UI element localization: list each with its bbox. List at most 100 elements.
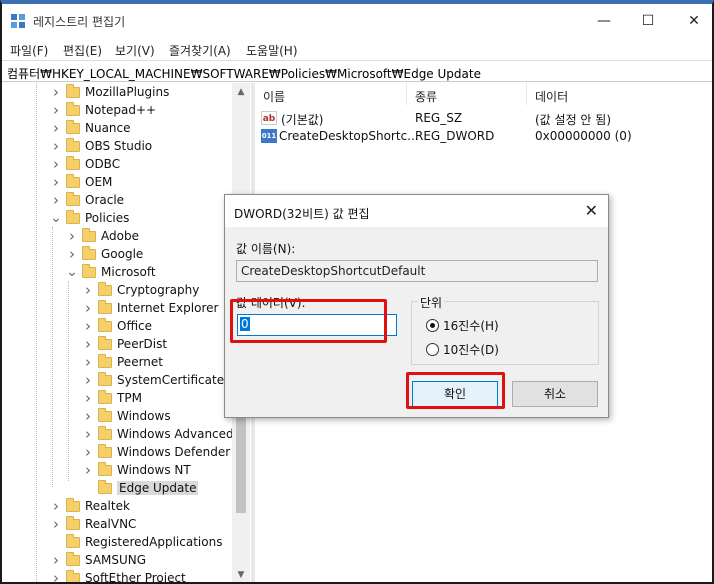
- chevron-right-icon[interactable]: ›: [82, 425, 94, 443]
- chevron-right-icon[interactable]: [50, 533, 62, 551]
- scroll-down-icon[interactable]: ▼: [232, 566, 250, 582]
- cancel-button[interactable]: 취소: [512, 381, 598, 407]
- tree-item-label: Microsoft: [101, 265, 156, 279]
- tree-item-label: Peernet: [117, 355, 163, 369]
- tree-item[interactable]: ⌄ Policies: [50, 209, 129, 227]
- tree-item-label: Windows Defender: [117, 445, 231, 459]
- folder-icon: [98, 335, 112, 350]
- scroll-thumb[interactable]: [236, 413, 246, 513]
- tree-item[interactable]: › TPM: [82, 389, 142, 407]
- folder-icon: [82, 245, 96, 260]
- radio-hexadecimal[interactable]: 16진수(H): [426, 317, 499, 334]
- minimize-button[interactable]: —: [592, 10, 616, 32]
- tree-item[interactable]: › Windows Advanced: [82, 425, 234, 443]
- folder-icon: [98, 425, 112, 440]
- tree-item[interactable]: › OEM: [50, 173, 112, 191]
- menu-edit[interactable]: 편집(E): [63, 42, 102, 59]
- list-item[interactable]: 011 CreateDesktopShortc... REG_DWORD 0x0…: [255, 127, 712, 145]
- chevron-right-icon[interactable]: ›: [82, 299, 94, 317]
- chevron-right-icon[interactable]: ›: [50, 155, 62, 173]
- column-header-data[interactable]: 데이터: [527, 83, 712, 105]
- radio-unchecked-icon[interactable]: [426, 343, 439, 356]
- menu-view[interactable]: 보기(V): [115, 42, 155, 59]
- tree-item[interactable]: › SAMSUNG: [50, 551, 146, 569]
- tree-item[interactable]: › RealVNC: [50, 515, 136, 533]
- radio-checked-icon[interactable]: [426, 319, 439, 332]
- close-button[interactable]: ✕: [682, 10, 706, 32]
- chevron-right-icon[interactable]: ›: [82, 389, 94, 407]
- address-bar[interactable]: 컴퓨터₩HKEY_LOCAL_MACHINE₩SOFTWARE₩Policies…: [2, 60, 712, 82]
- list-item[interactable]: ab (기본값) REG_SZ (값 설정 안 됨): [255, 109, 712, 127]
- tree-item[interactable]: ⌄ Microsoft: [66, 263, 156, 281]
- folder-icon: [66, 569, 80, 582]
- chevron-right-icon[interactable]: ›: [50, 191, 62, 209]
- tree-item[interactable]: › Internet Explorer: [82, 299, 218, 317]
- column-header-type[interactable]: 종류: [407, 83, 527, 105]
- folder-icon: [98, 353, 112, 368]
- radio-decimal[interactable]: 10진수(D): [426, 341, 499, 358]
- chevron-right-icon[interactable]: ›: [82, 371, 94, 389]
- ok-button[interactable]: 확인: [412, 381, 498, 407]
- chevron-right-icon[interactable]: ›: [50, 101, 62, 119]
- chevron-right-icon[interactable]: ›: [66, 227, 78, 245]
- tree-item[interactable]: › Realtek: [50, 497, 130, 515]
- chevron-right-icon[interactable]: ›: [50, 551, 62, 569]
- folder-icon: [82, 263, 96, 278]
- tree-item[interactable]: › MozillaPlugins: [50, 83, 169, 101]
- tree-item-label: Policies: [85, 211, 130, 225]
- tree-item[interactable]: › Windows: [82, 407, 171, 425]
- chevron-right-icon[interactable]: ›: [50, 497, 62, 515]
- chevron-right-icon[interactable]: ›: [66, 245, 78, 263]
- chevron-right-icon[interactable]: [82, 479, 94, 497]
- chevron-down-icon[interactable]: ⌄: [50, 209, 62, 227]
- chevron-down-icon[interactable]: ⌄: [66, 263, 78, 281]
- chevron-right-icon[interactable]: ›: [82, 407, 94, 425]
- chevron-right-icon[interactable]: ›: [50, 119, 62, 137]
- folder-icon: [82, 227, 96, 242]
- maximize-button[interactable]: ☐: [636, 10, 660, 32]
- registry-editor-window: 레지스트리 편집기 — ☐ ✕ 파일(F) 편집(E) 보기(V) 즐겨찾기(A…: [0, 0, 714, 584]
- tree-item[interactable]: › OBS Studio: [50, 137, 152, 155]
- value-data-input[interactable]: 0: [237, 314, 397, 336]
- chevron-right-icon[interactable]: ›: [82, 353, 94, 371]
- tree-item[interactable]: RegisteredApplications: [50, 533, 222, 551]
- tree-item[interactable]: › Windows Defender: [82, 443, 230, 461]
- chevron-right-icon[interactable]: ›: [82, 281, 94, 299]
- tree-item[interactable]: › SystemCertificates: [82, 371, 230, 389]
- menu-file[interactable]: 파일(F): [10, 42, 48, 59]
- tree-item[interactable]: › Nuance: [50, 119, 131, 137]
- column-header-name[interactable]: 이름: [255, 83, 407, 105]
- dialog-close-icon[interactable]: ✕: [585, 201, 598, 220]
- folder-icon: [66, 119, 80, 134]
- scroll-up-icon[interactable]: ▲: [232, 83, 250, 101]
- chevron-right-icon[interactable]: ›: [82, 317, 94, 335]
- chevron-right-icon[interactable]: ›: [50, 137, 62, 155]
- chevron-right-icon[interactable]: ›: [50, 83, 62, 101]
- tree-item[interactable]: › Windows NT: [82, 461, 191, 479]
- tree-item[interactable]: › ODBC: [50, 155, 120, 173]
- tree-item[interactable]: › SoftEther Project: [50, 569, 186, 582]
- menu-favorites[interactable]: 즐겨찾기(A): [169, 42, 231, 59]
- chevron-right-icon[interactable]: ›: [50, 569, 62, 582]
- tree-item[interactable]: › Peernet: [82, 353, 163, 371]
- chevron-right-icon[interactable]: ›: [82, 443, 94, 461]
- tree-item[interactable]: › Cryptography: [82, 281, 199, 299]
- tree-item[interactable]: › PeerDist: [82, 335, 167, 353]
- folder-icon: [66, 551, 80, 566]
- menu-help[interactable]: 도움말(H): [246, 42, 298, 59]
- tree-item[interactable]: › Adobe: [66, 227, 139, 245]
- tree-item[interactable]: Edge Update: [82, 479, 199, 497]
- tree-item-label: Edge Update: [117, 481, 199, 495]
- tree-item[interactable]: › Google: [66, 245, 143, 263]
- chevron-right-icon[interactable]: ›: [50, 515, 62, 533]
- chevron-right-icon[interactable]: ›: [50, 173, 62, 191]
- folder-icon: [98, 389, 112, 404]
- tree-item[interactable]: › Oracle: [50, 191, 124, 209]
- folder-icon: [98, 317, 112, 332]
- tree-item[interactable]: › Office: [82, 317, 152, 335]
- edit-dword-dialog: DWORD(32비트) 값 편집 ✕ 값 이름(N): CreateDeskto…: [224, 194, 609, 418]
- tree-item[interactable]: › Notepad++: [50, 101, 156, 119]
- chevron-right-icon[interactable]: ›: [82, 461, 94, 479]
- dword-value-icon: 011: [261, 129, 277, 143]
- chevron-right-icon[interactable]: ›: [82, 335, 94, 353]
